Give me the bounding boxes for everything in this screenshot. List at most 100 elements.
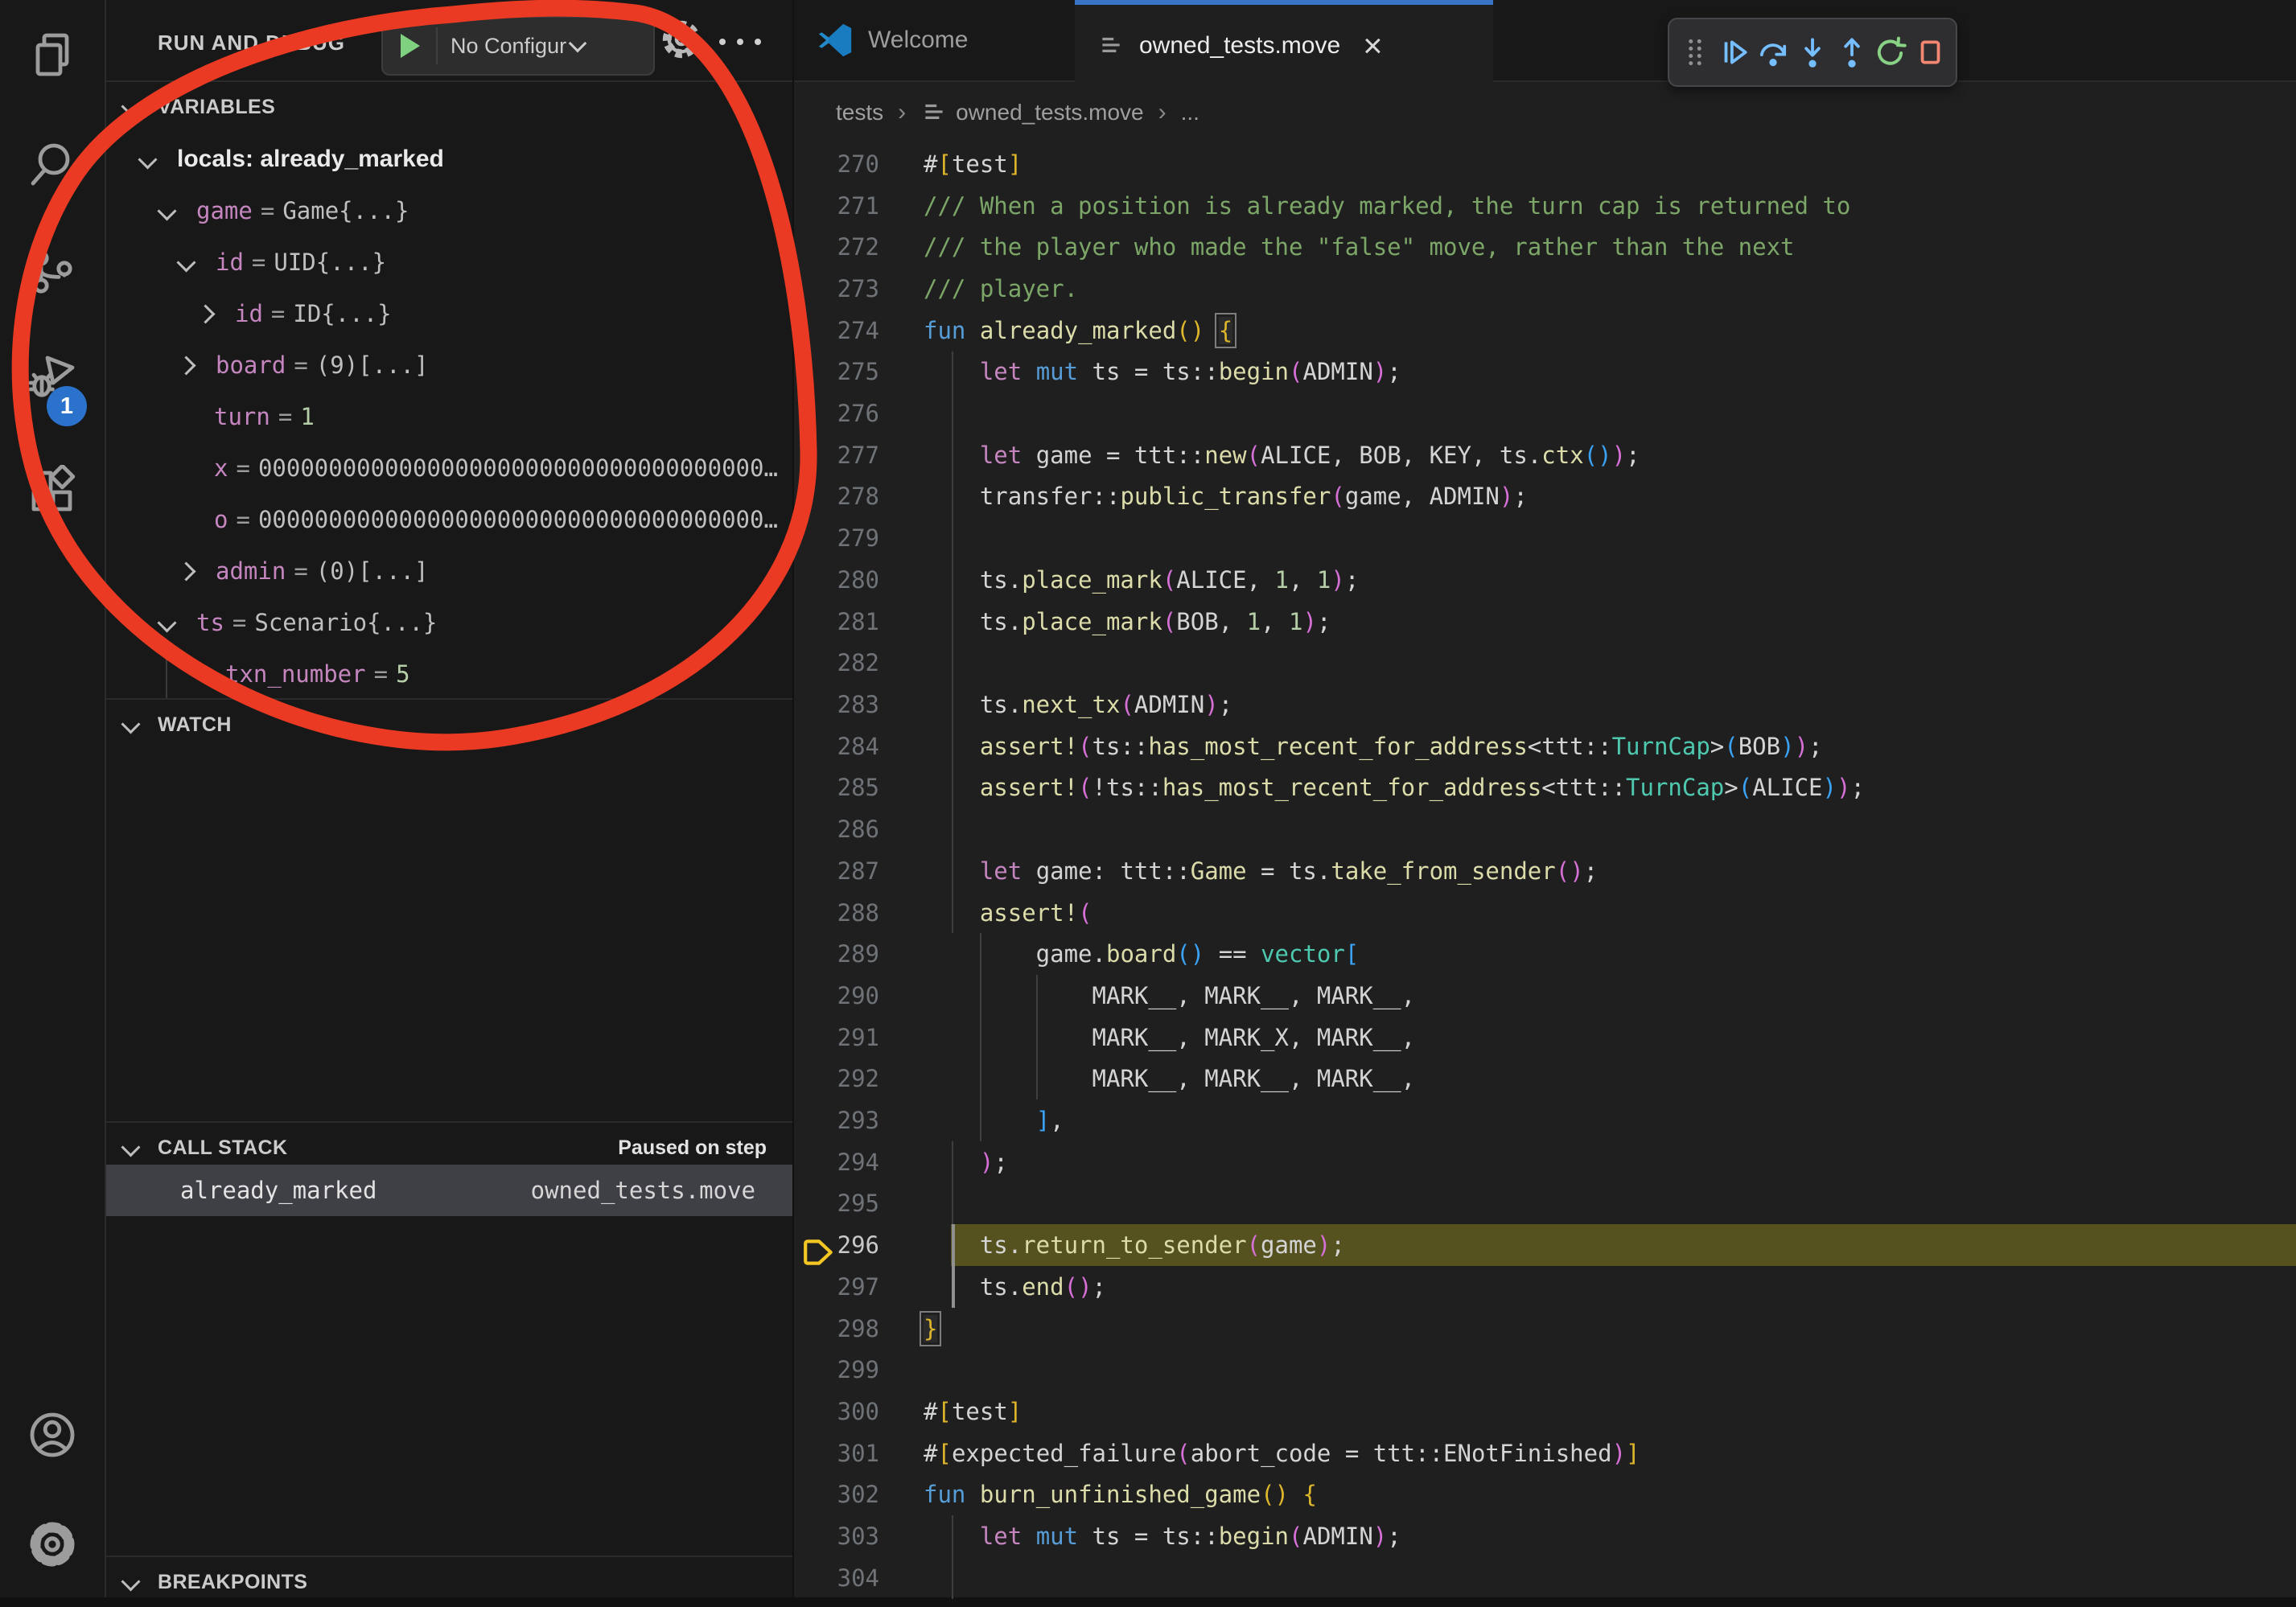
- files-icon[interactable]: [27, 29, 78, 80]
- token: public_transfer: [1120, 483, 1331, 510]
- token: (: [1724, 733, 1738, 760]
- stop-button[interactable]: [1912, 35, 1948, 70]
- code-line[interactable]: 286: [794, 808, 2296, 850]
- chevron-down-icon[interactable]: [157, 201, 176, 220]
- gear-icon[interactable]: [660, 18, 703, 61]
- code-line[interactable]: 296 ts.return_to_sender(game);: [794, 1224, 2296, 1266]
- code-line[interactable]: 270#[test]: [794, 143, 2296, 185]
- debug-step-marker-icon: [802, 1235, 836, 1269]
- code-line[interactable]: 287 let game: ttt::Game = ts.take_from_s…: [794, 850, 2296, 892]
- variable-row[interactable]: board=(9)[...]: [106, 339, 792, 391]
- code-line[interactable]: 304: [794, 1557, 2296, 1599]
- token: ]: [1626, 1440, 1640, 1467]
- code-line[interactable]: 291 MARK__, MARK_X, MARK__,: [794, 1017, 2296, 1058]
- paused-status: Paused on step: [618, 1136, 767, 1160]
- chevron-down-icon[interactable]: [176, 253, 195, 272]
- debug-config-dropdown[interactable]: No Configur: [381, 16, 655, 76]
- variable-row[interactable]: turn=1: [106, 391, 792, 442]
- call-stack-frame-row[interactable]: already_marked owned_tests.move: [106, 1165, 792, 1216]
- variables-section-header[interactable]: VARIABLES: [106, 84, 792, 132]
- token: ): [1191, 317, 1204, 344]
- code-line[interactable]: 282: [794, 642, 2296, 684]
- chevron-down-icon[interactable]: [138, 150, 157, 169]
- tab-owned_tests-move[interactable]: owned_tests.move ×: [1075, 0, 1493, 87]
- code-line[interactable]: 274fun already_marked() {: [794, 310, 2296, 351]
- tab-welcome[interactable]: Welcome: [794, 0, 1076, 80]
- code-line[interactable]: 275 let mut ts = ts::begin(ADMIN);: [794, 351, 2296, 393]
- variable-row[interactable]: o=00000000000000000000000000000000000000…: [106, 494, 792, 545]
- chevron-right-icon[interactable]: [176, 561, 195, 581]
- restart-button[interactable]: [1873, 35, 1908, 70]
- variable-row[interactable]: game=Game{...}: [106, 185, 792, 236]
- breadcrumb-item[interactable]: tests: [836, 100, 883, 125]
- variable-row[interactable]: locals: already_marked: [106, 134, 792, 185]
- token: [924, 899, 980, 927]
- code-line[interactable]: 276: [794, 393, 2296, 434]
- code-line[interactable]: 302fun burn_unfinished_game() {: [794, 1474, 2296, 1516]
- variable-row[interactable]: id=ID{...}: [106, 288, 792, 339]
- code-text: ],: [924, 1107, 1064, 1134]
- variable-row[interactable]: ts=Scenario{...}: [106, 597, 792, 648]
- code-line[interactable]: 294 );: [794, 1141, 2296, 1183]
- continue-button[interactable]: [1717, 35, 1752, 70]
- code-line[interactable]: 279: [794, 517, 2296, 559]
- code-line[interactable]: 303 let mut ts = ts::begin(ADMIN);: [794, 1515, 2296, 1557]
- token: ): [1780, 733, 1794, 760]
- vscode-icon: [817, 22, 854, 59]
- token: ts.: [924, 1273, 1022, 1301]
- account-icon[interactable]: [27, 1409, 78, 1461]
- code-line[interactable]: 272/// the player who made the "false" m…: [794, 226, 2296, 268]
- variable-row[interactable]: id=UID{...}: [106, 236, 792, 288]
- step-into-button[interactable]: [1795, 35, 1830, 70]
- code-line[interactable]: 299: [794, 1349, 2296, 1391]
- code-line[interactable]: 288 assert!(: [794, 892, 2296, 934]
- code-line[interactable]: 281 ts.place_mark(BOB, 1, 1);: [794, 601, 2296, 643]
- code-editor[interactable]: 270#[test]271/// When a position is alre…: [794, 143, 2296, 1599]
- more-actions-icon[interactable]: [719, 39, 761, 45]
- breadcrumb-item[interactable]: ...: [1181, 100, 1199, 125]
- code-line[interactable]: 293 ],: [794, 1099, 2296, 1141]
- chevron-right-icon[interactable]: [176, 356, 195, 375]
- extensions-icon[interactable]: [27, 465, 78, 516]
- code-line[interactable]: 301#[expected_failure(abort_code = ttt::…: [794, 1432, 2296, 1474]
- start-debug-icon[interactable]: [401, 34, 420, 58]
- token: game = ttt::: [1022, 442, 1204, 469]
- variable-row[interactable]: txn_number=5: [106, 648, 792, 700]
- code-line[interactable]: 273/// player.: [794, 268, 2296, 310]
- code-line[interactable]: 277 let game = ttt::new(ALICE, BOB, KEY,…: [794, 434, 2296, 476]
- line-number: 284: [794, 733, 924, 760]
- tab-label: owned_tests.move: [1139, 32, 1340, 60]
- token: game, ADMIN: [1345, 483, 1500, 510]
- source-control-icon[interactable]: [27, 246, 78, 298]
- indent-guide: [952, 808, 953, 850]
- step-over-button[interactable]: [1755, 35, 1791, 70]
- code-line[interactable]: 284 assert!(ts::has_most_recent_for_addr…: [794, 725, 2296, 767]
- code-line[interactable]: 292 MARK__, MARK__, MARK__,: [794, 1058, 2296, 1099]
- code-line[interactable]: 300#[test]: [794, 1391, 2296, 1432]
- watch-section-header[interactable]: WATCH: [106, 701, 792, 750]
- code-line[interactable]: 278 transfer::public_transfer(game, ADMI…: [794, 476, 2296, 518]
- code-line[interactable]: 298}: [794, 1308, 2296, 1350]
- chevron-right-icon[interactable]: [195, 304, 215, 323]
- token: ): [1373, 1523, 1387, 1550]
- chevron-down-icon[interactable]: [157, 613, 176, 632]
- variable-row[interactable]: x=00000000000000000000000000000000000000…: [106, 442, 792, 494]
- token: ]: [1036, 1107, 1050, 1134]
- token: let: [980, 358, 1022, 385]
- code-line[interactable]: 289 game.board() == vector[: [794, 933, 2296, 975]
- code-line[interactable]: 280 ts.place_mark(ALICE, 1, 1);: [794, 559, 2296, 601]
- code-line[interactable]: 295: [794, 1183, 2296, 1225]
- close-icon[interactable]: ×: [1363, 34, 1383, 58]
- variable-name: txn_number: [225, 660, 366, 688]
- search-icon[interactable]: [27, 138, 78, 190]
- settings-icon[interactable]: [27, 1519, 78, 1570]
- code-line[interactable]: 285 assert!(!ts::has_most_recent_for_add…: [794, 767, 2296, 809]
- code-line[interactable]: 283 ts.next_tx(ADMIN);: [794, 684, 2296, 725]
- variable-row[interactable]: admin=(0)[...]: [106, 545, 792, 597]
- code-line[interactable]: 290 MARK__, MARK__, MARK__,: [794, 975, 2296, 1017]
- code-line[interactable]: 271/// When a position is already marked…: [794, 185, 2296, 227]
- breadcrumb-item[interactable]: owned_tests.move: [920, 99, 1143, 126]
- code-line[interactable]: 297 ts.end();: [794, 1266, 2296, 1308]
- breakpoints-section-header[interactable]: BREAKPOINTS: [106, 1559, 792, 1607]
- step-out-button[interactable]: [1834, 35, 1870, 70]
